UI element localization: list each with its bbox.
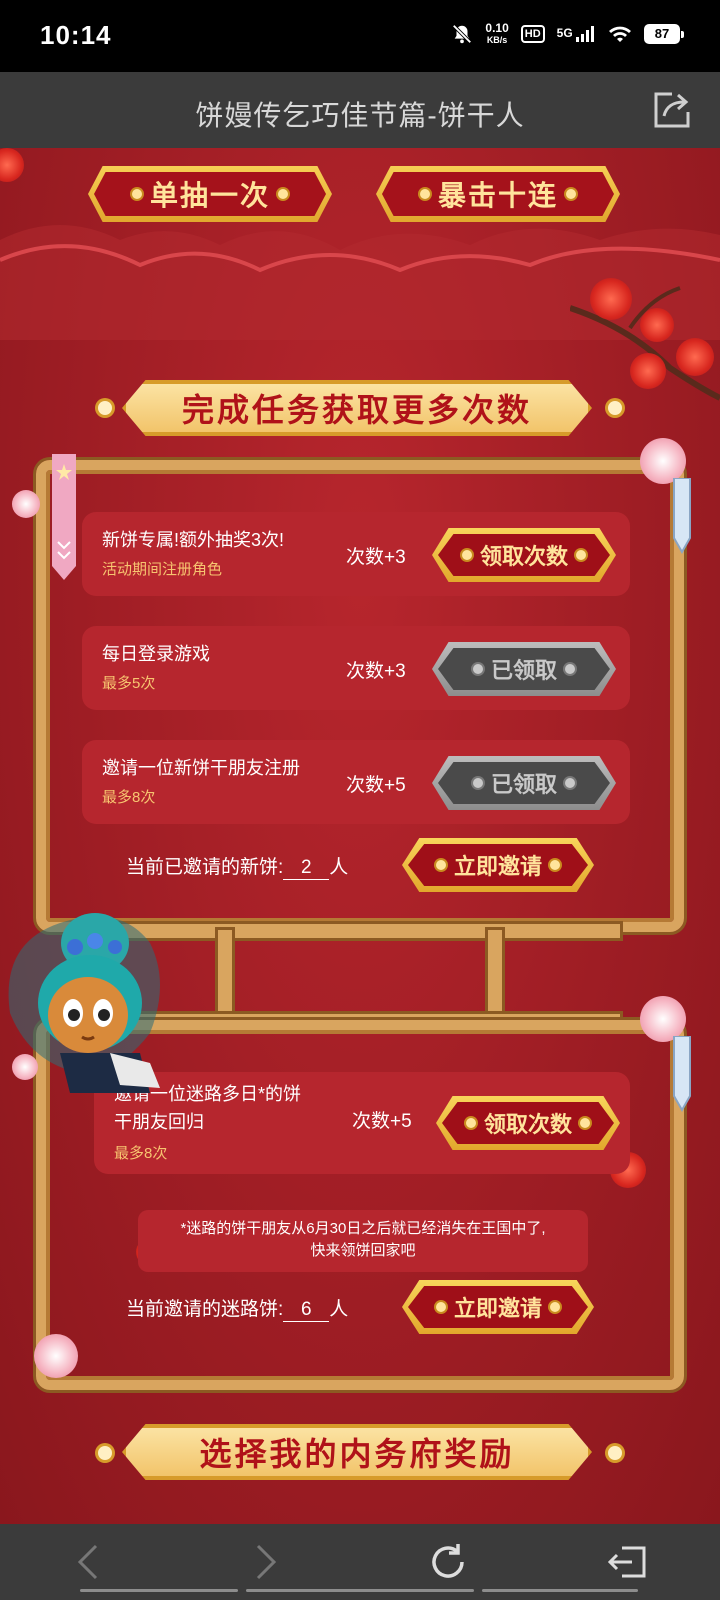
ten-draw-button[interactable]: 暴击十连 — [376, 166, 620, 222]
claim-button[interactable]: 领取次数 — [432, 528, 616, 582]
task-subtitle: 最多8次 — [102, 789, 156, 806]
lost-cookie-note: *迷路的饼干朋友从6月30日之后就已经消失在王国中了, 快来领饼回家吧 — [138, 1210, 588, 1272]
claim-button[interactable]: 领取次数 — [436, 1096, 620, 1150]
task-count: 次数+3 — [346, 547, 406, 568]
network-speed: 0.10 KB/s — [485, 21, 509, 45]
invite-now-button[interactable]: 立即邀请 — [402, 838, 594, 892]
invite-lost-count: 当前邀请的迷路饼: 6 人 — [126, 1299, 349, 1322]
claimed-button[interactable]: 已领取 — [432, 756, 616, 810]
forward-arrow-icon[interactable] — [240, 1538, 288, 1586]
task-count: 次数+5 — [352, 1111, 412, 1132]
invite-now-button[interactable]: 立即邀请 — [402, 1280, 594, 1334]
nav-underline — [80, 1589, 238, 1592]
share-icon[interactable] — [650, 88, 694, 132]
banner-ornament — [608, 1446, 622, 1460]
invite-new-number: 2 — [283, 857, 330, 880]
signal-5g-icon: 5G — [557, 26, 596, 42]
status-time: 10:14 — [40, 20, 112, 50]
battery-icon: 87 — [644, 24, 684, 44]
reward-section-title: 选择我的内务府奖励 — [122, 1424, 592, 1480]
single-draw-button[interactable]: 单抽一次 — [88, 166, 332, 222]
back-arrow-icon[interactable] — [66, 1538, 114, 1586]
banner-ornament — [608, 401, 622, 415]
task-count: 次数+3 — [346, 661, 406, 682]
task-subtitle: 活动期间注册角色 — [102, 561, 223, 578]
tassel-decoration — [673, 478, 691, 554]
banner-ornament — [98, 401, 112, 415]
task-title: 新饼专属!额外抽奖3次! — [102, 530, 285, 550]
event-page: 单抽一次 暴击十连 完成任务获取更多次数 新饼专属!额外抽奖3次! 活动期间注册… — [0, 148, 720, 1524]
blossom-decoration — [12, 490, 40, 518]
claimed-button[interactable]: 已领取 — [432, 642, 616, 696]
title-bar: 饼嫚传乞巧佳节篇-饼干人 — [0, 72, 720, 148]
invite-new-count: 当前已邀请的新饼: 2 人 — [126, 857, 349, 880]
exit-icon[interactable] — [604, 1538, 652, 1586]
status-icons: 0.10 KB/s HD 5G 87 — [451, 21, 684, 46]
task-title: 每日登录游戏 — [102, 644, 210, 664]
blossom-decoration — [34, 1334, 78, 1378]
task-count: 次数+5 — [346, 775, 406, 796]
ribbon-decoration — [52, 454, 76, 580]
task-subtitle: 最多8次 — [114, 1145, 168, 1162]
status-bar: 10:14 0.10 KB/s HD 5G 87 — [0, 0, 720, 72]
wifi-icon — [609, 26, 631, 42]
tassel-decoration — [673, 1036, 691, 1112]
invite-lost-number: 6 — [283, 1299, 330, 1322]
nav-underline — [482, 1589, 638, 1592]
nav-underline — [246, 1589, 474, 1592]
banner-ornament — [98, 1446, 112, 1460]
browser-bottom-nav — [0, 1524, 720, 1600]
page-title: 饼嫚传乞巧佳节篇-饼干人 — [195, 100, 525, 131]
task-title: 邀请一位新饼干朋友注册 — [102, 758, 300, 778]
mute-bell-icon — [452, 24, 472, 44]
refresh-icon[interactable] — [424, 1538, 472, 1586]
hd-badge: HD — [520, 25, 545, 43]
cookie-character-image — [8, 913, 161, 1093]
tasks-section-title: 完成任务获取更多次数 — [122, 380, 592, 436]
task-subtitle: 最多5次 — [102, 675, 156, 692]
